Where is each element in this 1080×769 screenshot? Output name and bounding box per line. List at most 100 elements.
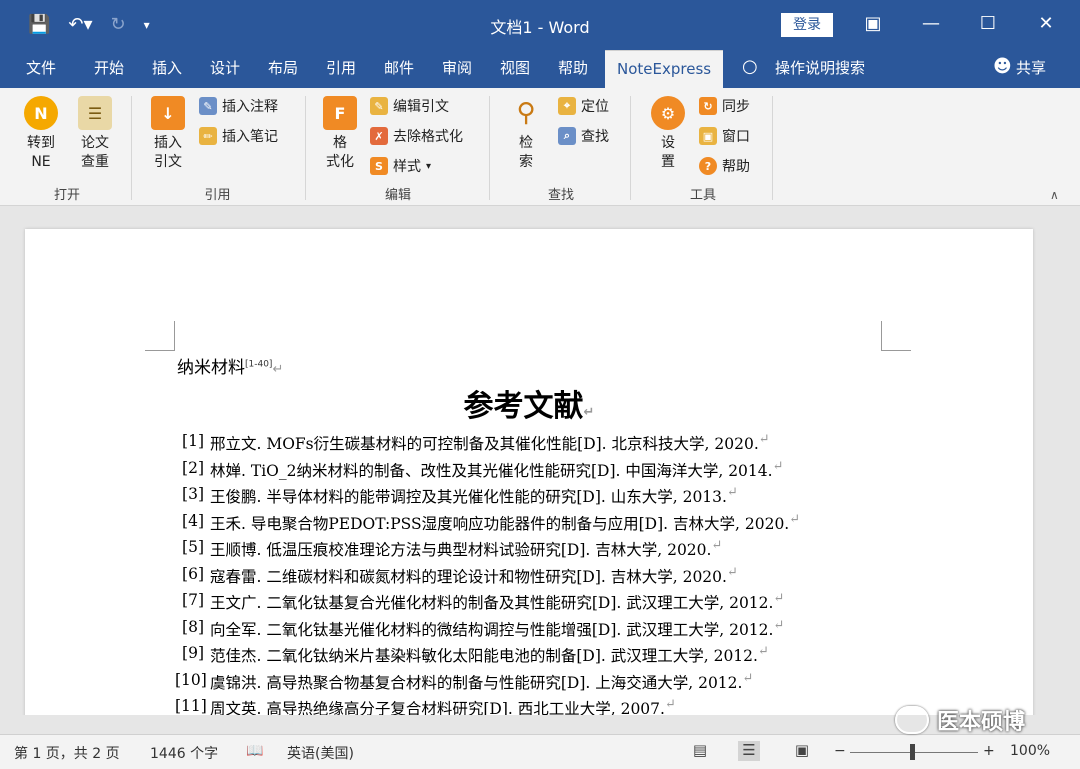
crop-mark-top-right (881, 321, 911, 351)
reference-item[interactable]: [10] 虞锦洪. 高导热聚合物基复合材料的制备与性能研究[D]. 上海交通大学,… (175, 671, 800, 698)
tab-view[interactable]: 视图 (500, 50, 530, 88)
reference-list: [1] 邢立文. MOFs衍生碳基材料的可控制备及其催化性能[D]. 北京科技大学… (175, 432, 800, 715)
ribbon-tabs: 文件 开始 插入 设计 布局 引用 邮件 审阅 视图 帮助 NoteExpres… (0, 50, 1080, 88)
window-button[interactable]: ▣ 窗口 (699, 126, 750, 146)
group-label-edit: 编辑 (384, 188, 411, 203)
paragraph-mark-icon: ↵ (757, 644, 769, 659)
tab-review[interactable]: 审阅 (442, 50, 472, 88)
group-separator (489, 96, 490, 200)
help-button[interactable]: ? 帮助 (699, 156, 750, 176)
tab-mailings[interactable]: 邮件 (384, 50, 414, 88)
reference-item[interactable]: [4] 王禾. 导电聚合物PEDOT:PSS湿度响应功能器件的制备与应用[D]. … (175, 512, 800, 539)
group-label-cite: 引用 (204, 188, 231, 203)
zoom-out-button[interactable]: − (834, 743, 846, 759)
tell-me-search[interactable]: 操作说明搜索 (775, 50, 865, 88)
zoom-level[interactable]: 100% (1010, 743, 1050, 759)
group-separator (630, 96, 631, 200)
chevron-down-icon: ▾ (426, 160, 432, 172)
style-s-icon: S (370, 157, 388, 175)
settings-button[interactable]: ⚙ 设 置 (648, 96, 688, 172)
tab-noteexpress[interactable]: NoteExpress (605, 50, 724, 88)
share-button[interactable]: 共享 (1016, 50, 1046, 88)
insert-memo-button[interactable]: ✏ 插入笔记 (199, 126, 278, 146)
window-icon: ▣ (699, 127, 717, 145)
zoom-slider-thumb[interactable] (910, 744, 915, 760)
tab-file[interactable]: 文件 (26, 50, 56, 88)
style-dropdown[interactable]: S 样式 ▾ (370, 156, 431, 176)
maximize-icon[interactable]: ☐ (973, 10, 1003, 38)
word-count[interactable]: 1446 个字 (150, 743, 218, 763)
paragraph-mark-icon: ↵ (711, 538, 723, 553)
collapse-ribbon-icon[interactable]: ∧ (1050, 188, 1059, 202)
find-button[interactable]: ⌕ 查找 (558, 126, 609, 146)
remove-format-icon: ✗ (370, 127, 388, 145)
reference-item[interactable]: [2] 林婵. TiO_2纳米材料的制备、改性及其光催化性能研究[D]. 中国海洋… (175, 459, 800, 486)
paragraph-mark-icon: ↵ (664, 697, 676, 712)
reference-item[interactable]: [7] 王文广. 二氧化钛基复合光催化材料的制备及其性能研究[D]. 武汉理工大学… (175, 591, 800, 618)
locate-button[interactable]: ⌖ 定位 (558, 96, 609, 116)
reference-item[interactable]: [8] 向全军. 二氧化钛基光催化材料的微结构调控与性能增强[D]. 武汉理工大学… (175, 618, 800, 645)
title-bar: 💾 ↶▾ ↻ ▾ 文档1 - Word 登录 ▣ — ☐ ✕ (0, 0, 1080, 50)
search-button[interactable]: ⚲ 检 索 (506, 96, 546, 172)
paragraph-mark-icon: ↵ (726, 485, 738, 500)
print-layout-icon[interactable]: ☰ (738, 741, 760, 761)
format-f-icon: F (323, 96, 357, 130)
reference-item[interactable]: [3] 王俊鹏. 半导体材料的能带调控及其光催化性能的研究[D]. 山东大学, 2… (175, 485, 800, 512)
login-button[interactable]: 登录 (781, 13, 833, 37)
read-mode-icon[interactable]: ▤ (689, 741, 711, 761)
watermark: 医本硕博 (895, 704, 1025, 736)
edit-citation-button[interactable]: ✎ 编辑引文 (370, 96, 449, 116)
remove-formatting-button[interactable]: ✗ 去除格式化 (370, 126, 463, 146)
magnifier-icon: ⚲ (516, 97, 536, 128)
paragraph-mark-icon: ↵ (726, 564, 738, 580)
document-page[interactable]: 纳米材料[1-40]↵ 参考文献↵ [1] 邢立文. MOFs衍生碳基材料的可控制… (25, 229, 1033, 715)
group-label-tools: 工具 (689, 188, 716, 203)
insert-citation-button[interactable]: ↓ 插入 引文 (145, 96, 191, 172)
reference-item[interactable]: [9] 范佳杰. 二氧化钛纳米片基染料敏化太阳能电池的制备[D]. 武汉理工大学,… (175, 644, 800, 671)
reference-item[interactable]: [6] 寇春雷. 二维碳材料和碳氮材料的理论设计和物性研究[D]. 吉林大学, 2… (175, 565, 800, 592)
group-label-open: 打开 (53, 188, 80, 203)
paragraph-mark-icon: ↵ (789, 511, 801, 527)
body-text[interactable]: 纳米材料[1-40]↵ (177, 353, 283, 378)
document-area: 纳米材料[1-40]↵ 参考文献↵ [1] 邢立文. MOFs衍生碳基材料的可控制… (0, 207, 1080, 715)
tab-insert[interactable]: 插入 (152, 50, 182, 88)
find-icon: ⌕ (558, 127, 576, 145)
close-icon[interactable]: ✕ (1031, 10, 1061, 38)
page-count[interactable]: 第 1 页，共 2 页 (14, 743, 120, 763)
locate-icon: ⌖ (558, 97, 576, 115)
ribbon-panel: N 转到 NE ☰ 论文 查重 打开 ↓ 插入 引文 ✎ 插入注释 ✏ 插入笔记… (0, 88, 1080, 206)
goto-ne-button[interactable]: N 转到 NE (18, 96, 64, 172)
help-icon: ? (699, 157, 717, 175)
zoom-in-button[interactable]: + (983, 743, 995, 759)
reference-item[interactable]: [5] 王顺博. 低温压痕校准理论方法与典型材料试验研究[D]. 吉林大学, 20… (175, 538, 800, 565)
tab-help[interactable]: 帮助 (558, 50, 588, 88)
group-separator (305, 96, 306, 200)
insert-annotation-button[interactable]: ✎ 插入注释 (199, 96, 278, 116)
plagiarism-check-button[interactable]: ☰ 论文 查重 (72, 96, 118, 172)
proofing-icon[interactable]: 📖 (246, 743, 263, 759)
clipboard-icon: ☰ (78, 96, 112, 130)
references-heading[interactable]: 参考文献↵ (25, 381, 1033, 425)
web-layout-icon[interactable]: ▣ (791, 741, 813, 761)
tab-references[interactable]: 引用 (326, 50, 356, 88)
paragraph-mark-icon: ↵ (773, 591, 785, 606)
tab-layout[interactable]: 布局 (268, 50, 298, 88)
pencil-icon: ✏ (199, 127, 217, 145)
group-separator (131, 96, 132, 200)
paragraph-mark-icon: ↵ (773, 617, 785, 633)
status-bar: 第 1 页，共 2 页 1446 个字 📖 英语(美国) ▤ ☰ ▣ − + 1… (0, 734, 1080, 769)
insert-arrow-icon: ↓ (151, 96, 185, 130)
ribbon-display-options-icon[interactable]: ▣ (858, 10, 888, 38)
wechat-logo-icon (895, 706, 929, 734)
language-indicator[interactable]: 英语(美国) (287, 743, 354, 763)
gear-icon: ⚙ (651, 96, 685, 130)
reference-item[interactable]: [1] 邢立文. MOFs衍生碳基材料的可控制备及其催化性能[D]. 北京科技大学… (175, 432, 800, 459)
tab-home[interactable]: 开始 (94, 50, 124, 88)
sync-button[interactable]: ↻ 同步 (699, 96, 750, 116)
crop-mark-top-left (145, 321, 175, 351)
reference-item[interactable]: [11] 周文英. 高导热绝缘高分子复合材料研究[D]. 西北工业大学, 2007… (175, 697, 800, 715)
tab-design[interactable]: 设计 (210, 50, 240, 88)
format-button[interactable]: F 格 式化 (318, 96, 362, 172)
minimize-icon[interactable]: — (916, 10, 946, 38)
paragraph-mark-icon: ↵ (758, 432, 770, 447)
